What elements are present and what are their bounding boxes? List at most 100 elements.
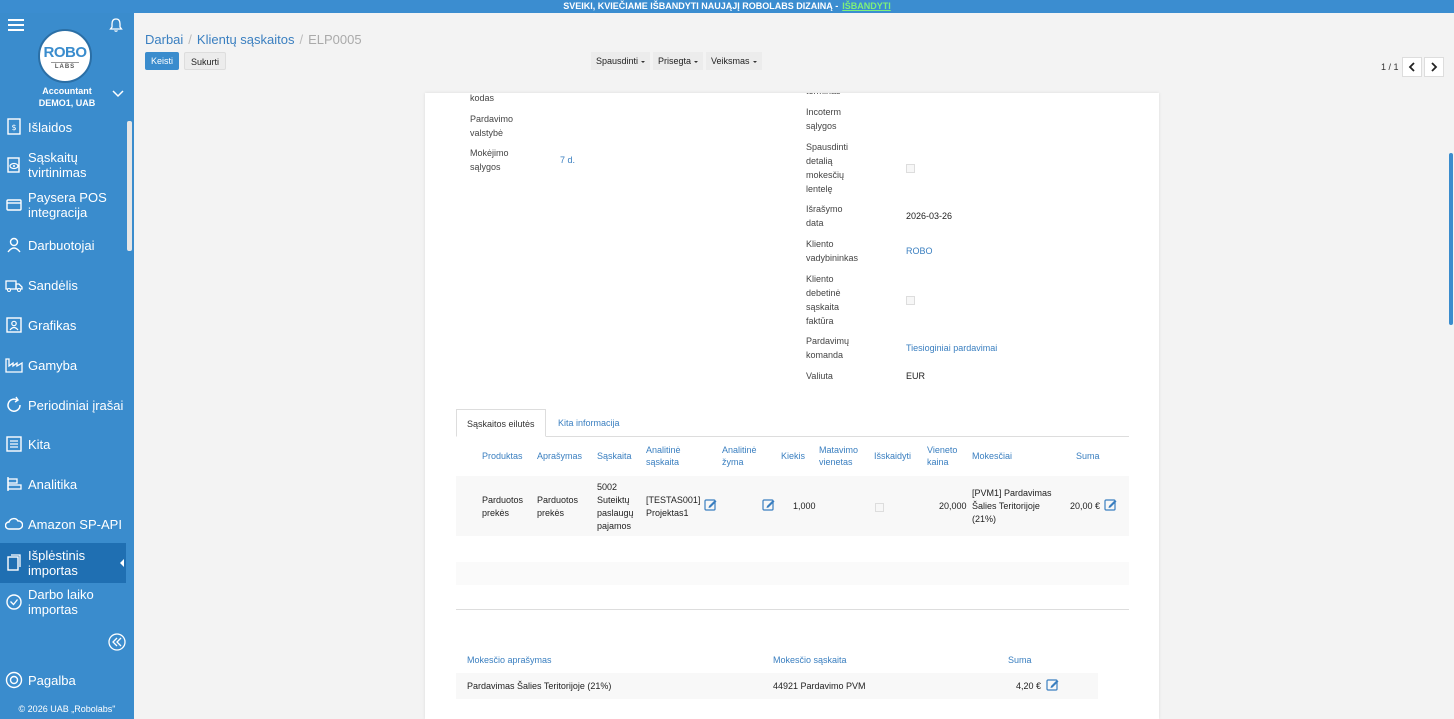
sidebar-item-help[interactable]: Pagalba — [0, 671, 134, 689]
pager-next-button[interactable] — [1424, 57, 1444, 77]
cell-amount[interactable]: 20,00 € — [1070, 500, 1100, 513]
sidebar-item-label: Periodiniai įrašai — [28, 397, 124, 413]
payment-terms-value[interactable]: 7 d. — [560, 153, 575, 167]
empty-row — [456, 562, 1129, 585]
chevron-right-icon — [1431, 62, 1438, 72]
lifebuoy-icon — [5, 671, 23, 689]
col-header-analytic-tag[interactable]: Analitinė žyma — [722, 444, 767, 468]
sidebar-item-employees[interactable]: Darbuotojai — [0, 237, 126, 253]
breadcrumb-client-invoices[interactable]: Klientų sąskaitos — [197, 32, 295, 47]
sidebar-item-other[interactable]: Kita — [0, 436, 126, 452]
sidebar-item-warehouse[interactable]: Sandėlis — [0, 277, 126, 293]
sidebar-item-expenses[interactable]: $ Išlaidos — [0, 118, 126, 135]
logo-top-text: ROBO — [43, 44, 88, 61]
analytics-icon — [7, 477, 22, 491]
bell-icon[interactable] — [108, 17, 124, 33]
col-header-description[interactable]: Aprašymas — [537, 450, 582, 462]
tax-cell-description: Pardavimas Šalies Teritorijoje (21%) — [467, 681, 612, 691]
chevron-down-icon[interactable] — [112, 89, 124, 99]
attachments-dropdown[interactable]: Prisegta — [653, 52, 704, 70]
action-dropdown[interactable]: Veiksmas — [706, 52, 762, 70]
col-header-account[interactable]: Sąskaita — [597, 450, 632, 462]
sidebar-item-time-import[interactable]: Darbo laiko importas — [0, 587, 126, 617]
factory-icon — [5, 358, 23, 373]
menu-hamburger-icon[interactable] — [8, 19, 24, 33]
banner-try-link[interactable]: IŠBANDYTI — [842, 1, 891, 11]
sidebar-item-recurring[interactable]: Periodiniai įrašai — [0, 396, 126, 413]
copyright: © 2026 UAB „Robolabs" — [18, 704, 116, 714]
sidebar-item-label: Pagalba — [28, 672, 76, 688]
client-manager-value[interactable]: ROBO — [906, 244, 933, 258]
breadcrumb: Darbai / Klientų sąskaitos / ELP0005 — [145, 32, 362, 47]
field-label-debit-invoice: Kliento debetinė sąskaita faktūra — [806, 274, 841, 326]
sidebar-item-label: Darbo laiko importas — [28, 587, 94, 617]
tab-other-info[interactable]: Kita informacija — [548, 409, 630, 437]
sidebar: ROBO LABS Accountant DEMO1, UAB $ Išlaid… — [0, 13, 134, 719]
field-label-sale-country: Pardavimo valstybė — [470, 114, 514, 138]
field-label-issue-date: Išrašymo data — [806, 204, 843, 228]
col-header-taxes[interactable]: Mokesčiai — [972, 450, 1012, 462]
cell-product[interactable]: Parduotos prekės — [482, 494, 532, 520]
edit-icon[interactable] — [1046, 678, 1059, 691]
pager-previous-button[interactable] — [1402, 57, 1422, 77]
receipt-icon: $ — [7, 118, 21, 135]
sidebar-item-invoice-approval[interactable]: Sąskaitų tvirtinimas — [0, 150, 126, 180]
sidebar-item-advanced-import[interactable]: Išplėstinis importas — [0, 543, 126, 583]
truck-icon — [5, 280, 23, 292]
tax-cell-account: 44921 Pardavimo PVM — [773, 681, 866, 691]
sidebar-item-amazon[interactable]: Amazon SP-API — [0, 516, 126, 532]
tab-invoice-lines[interactable]: Sąskaitos eilutės — [456, 409, 546, 437]
col-header-product[interactable]: Produktas — [482, 450, 523, 462]
robolabs-logo[interactable]: ROBO LABS — [38, 29, 92, 83]
print-tax-table-checkbox[interactable] — [906, 164, 915, 173]
page-scrollbar[interactable] — [1449, 153, 1453, 325]
sidebar-item-paysera[interactable]: Paysera POS integracija — [0, 190, 126, 220]
pager-counter: 1 / 1 — [1381, 62, 1399, 72]
breadcrumb-jobs[interactable]: Darbai — [145, 32, 183, 47]
sales-team-value[interactable]: Tiesioginiai pardavimai — [906, 341, 997, 355]
edit-button[interactable]: Keisti — [145, 52, 180, 70]
currency-value[interactable]: EUR — [906, 369, 925, 383]
sidebar-item-label: Kita — [28, 436, 51, 452]
col-header-split[interactable]: Išskaidyti — [874, 450, 911, 462]
split-checkbox[interactable] — [875, 503, 884, 512]
sidebar-item-label: Išplėstinis importas — [28, 548, 86, 578]
cell-description[interactable]: Parduotos prekės — [537, 494, 587, 520]
issue-date-value[interactable]: 2026-03-26 — [906, 209, 952, 223]
field-label-incoterm: Incoterm sąlygos — [806, 107, 842, 131]
sidebar-item-label: Sąskaitų tvirtinimas — [28, 150, 87, 180]
cell-taxes[interactable]: [PVM1] Pardavimas Šalies Teritorijoje (2… — [972, 487, 1057, 526]
tax-col-header-account: Mokesčio sąskaita — [773, 655, 847, 665]
list-icon — [6, 436, 22, 452]
cell-account[interactable]: 5002 Suteiktų paslaugų pajamos — [597, 481, 642, 533]
page-header: Darbai / Klientų sąskaitos / ELP0005 Keisti … — [134, 13, 1454, 93]
sidebar-item-label: Išlaidos — [28, 119, 73, 135]
sidebar-item-label: Sandėlis — [28, 277, 78, 293]
collapse-sidebar-icon[interactable] — [108, 633, 126, 651]
section-divider — [456, 609, 1129, 610]
sidebar-item-production[interactable]: Gamyba — [0, 357, 126, 373]
cell-analytic-account[interactable]: [TESTAS001] Projektas1 — [646, 494, 702, 520]
cell-unit-price[interactable]: 20,000 — [939, 500, 967, 513]
edit-icon[interactable] — [1104, 498, 1117, 511]
card-icon — [6, 199, 22, 211]
field-label-client-manager: Kliento vadybininkas — [806, 239, 859, 263]
refresh-icon — [7, 396, 21, 412]
breadcrumb-current: ELP0005 — [308, 32, 362, 47]
debit-invoice-checkbox[interactable] — [906, 296, 915, 305]
promo-banner: SVEIKI, KVIEČIAME IŠBANDYTI NAUJĄJĮ ROBO… — [0, 0, 1454, 13]
sidebar-scrollbar[interactable] — [127, 121, 132, 251]
col-header-amount[interactable]: Suma — [1076, 450, 1100, 462]
edit-icon[interactable] — [704, 498, 717, 511]
col-header-analytic-account[interactable]: Analitinė sąskaita — [646, 444, 696, 468]
col-header-unit-price[interactable]: Vieneto kaina — [927, 444, 967, 468]
sidebar-item-analytics[interactable]: Analitika — [0, 476, 126, 492]
print-dropdown[interactable]: Spausdinti — [591, 52, 651, 70]
field-label-code: kodas — [470, 93, 495, 103]
col-header-unit[interactable]: Matavimo vienetas — [819, 444, 869, 468]
edit-icon[interactable] — [762, 498, 775, 511]
create-button[interactable]: Sukurti — [184, 52, 227, 70]
sidebar-item-schedule[interactable]: Grafikas — [0, 317, 126, 333]
cell-quantity[interactable]: 1,000 — [793, 500, 816, 513]
col-header-quantity[interactable]: Kiekis — [781, 450, 805, 462]
